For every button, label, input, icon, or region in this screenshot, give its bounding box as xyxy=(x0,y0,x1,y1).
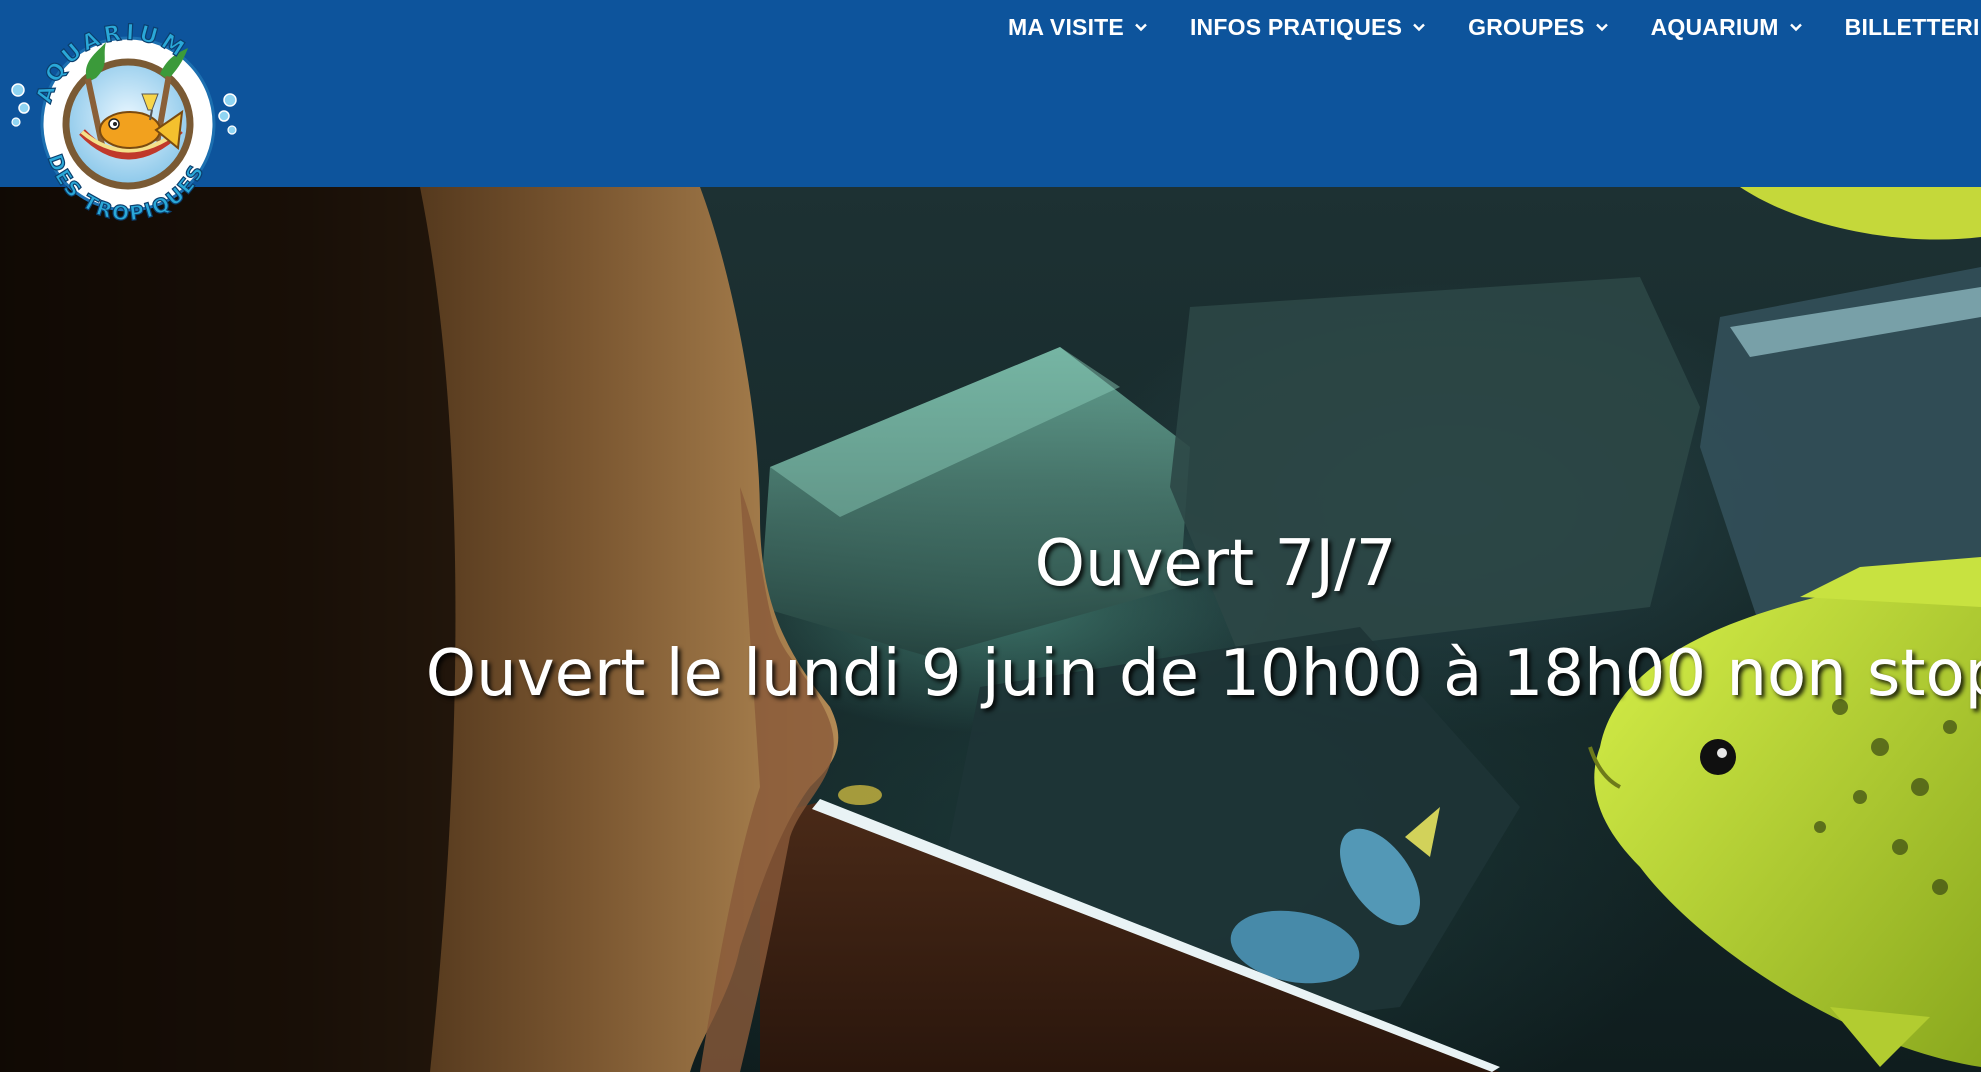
logo-emblem: AQUARIUM DES TROPIQUES xyxy=(11,20,237,226)
chevron-down-icon xyxy=(1134,20,1148,34)
nav-item-infos-pratiques[interactable]: INFOS PRATIQUES xyxy=(1190,14,1426,41)
hero-banner: Ouvert 7J/7 Ouvert le lundi 9 juin de 10… xyxy=(0,187,1981,1072)
site-header: MA VISITE INFOS PRATIQUES GROUPES AQUARI… xyxy=(0,0,1981,187)
nav-item-label: GROUPES xyxy=(1468,13,1585,40)
nav-item-aquarium[interactable]: AQUARIUM xyxy=(1651,14,1803,41)
nav-item-label: INFOS PRATIQUES xyxy=(1189,13,1403,40)
nav-item-label: MA VISITE xyxy=(1008,13,1124,40)
hero-background-image xyxy=(0,187,1981,1072)
chevron-down-icon xyxy=(1595,20,1609,34)
nav-item-label: BILLETTERIE xyxy=(1844,13,1981,40)
nav-item-label: AQUARIUM xyxy=(1650,13,1779,40)
site-logo[interactable]: AQUARIUM DES TROPIQUES xyxy=(10,12,240,226)
nav-item-billetterie[interactable]: BILLETTERIE xyxy=(1845,14,1981,41)
nav-item-ma-visite[interactable]: MA VISITE xyxy=(1008,14,1148,41)
chevron-down-icon xyxy=(1789,20,1803,34)
nav-item-groupes[interactable]: GROUPES xyxy=(1468,14,1608,41)
hero-subheading: Ouvert le lundi 9 juin de 10h00 à 18h00 … xyxy=(425,637,1981,711)
main-nav: MA VISITE INFOS PRATIQUES GROUPES AQUARI… xyxy=(1008,0,1981,54)
hero-heading: Ouvert 7J/7 xyxy=(1034,527,1397,601)
chevron-down-icon xyxy=(1412,20,1426,34)
